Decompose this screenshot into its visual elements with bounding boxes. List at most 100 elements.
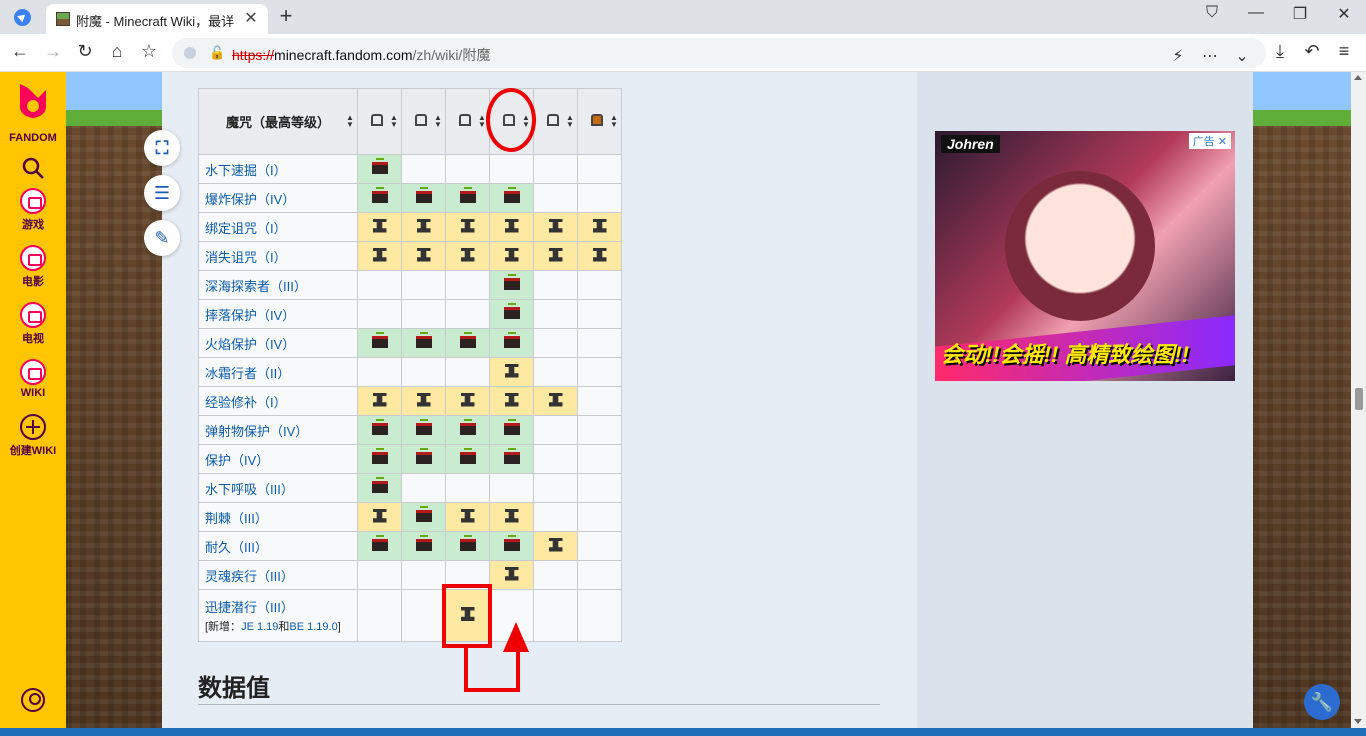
enchantment-link[interactable]: 荆棘（III） bbox=[205, 511, 268, 526]
sort-icon[interactable]: ▲ ▼ bbox=[610, 114, 618, 129]
enchantment-link[interactable]: 耐久（III） bbox=[205, 540, 268, 555]
column-header-turtle-shell[interactable]: ▲ ▼ bbox=[533, 88, 578, 155]
menu-icon[interactable]: ≡ bbox=[1332, 41, 1356, 62]
enchantment-name[interactable]: 耐久（III） bbox=[198, 531, 358, 561]
enchantment-name[interactable]: 水下速掘（I） bbox=[198, 154, 358, 184]
sort-icon[interactable]: ▲ ▼ bbox=[566, 114, 574, 129]
scroll-up-icon[interactable] bbox=[1354, 75, 1362, 80]
sort-icon[interactable]: ▲ ▼ bbox=[346, 114, 354, 129]
enchantment-link[interactable]: 保护（IV） bbox=[205, 453, 269, 468]
enchantment-link[interactable]: 经验修补（I） bbox=[205, 395, 287, 410]
fandom-wordmark[interactable]: FANDOM bbox=[0, 132, 66, 144]
insecure-lock-icon[interactable]: 🔓 bbox=[209, 45, 225, 61]
more-dots-icon[interactable]: ⋯ bbox=[1200, 46, 1220, 66]
vertical-scrollbar[interactable] bbox=[1351, 72, 1366, 728]
scroll-down-icon[interactable] bbox=[1354, 719, 1362, 724]
lightning-icon[interactable]: ⚡ bbox=[1168, 46, 1188, 66]
column-header-leggings[interactable]: ▲ ▼ bbox=[445, 88, 490, 155]
column-header-pumpkin-head[interactable]: ▲ ▼ bbox=[577, 88, 622, 155]
sort-icon[interactable]: ▲ ▼ bbox=[434, 114, 442, 129]
back-arrow-icon[interactable]: ← bbox=[8, 41, 32, 62]
enchantment-link[interactable]: 消失诅咒（I） bbox=[205, 250, 287, 265]
enchantment-link[interactable]: 绑定诅咒（I） bbox=[205, 221, 287, 236]
site-info-icon[interactable] bbox=[184, 47, 196, 59]
advertisement[interactable]: Johren 广告 ✕ 会动!!会摇!! 高精致绘图!! bbox=[935, 131, 1235, 381]
enchantment-name[interactable]: 火焰保护（IV） bbox=[198, 328, 358, 358]
enchantment-link[interactable]: 火焰保护（IV） bbox=[205, 337, 295, 352]
enchantment-name[interactable]: 深海探索者（III） bbox=[198, 270, 358, 300]
enchantment-name[interactable]: 迅捷潜行（III） [新增：JE 1.19和BE 1.19.0] bbox=[198, 589, 358, 642]
forward-arrow-icon[interactable]: → bbox=[41, 41, 65, 62]
fullscreen-button[interactable]: ⛶ bbox=[144, 130, 180, 166]
chevron-down-icon[interactable]: ⌄ bbox=[1232, 46, 1252, 66]
reload-icon[interactable]: ↻ bbox=[73, 41, 97, 62]
enchantment-name[interactable]: 冰霜行者（II） bbox=[198, 357, 358, 387]
close-ad-icon[interactable]: ✕ bbox=[1218, 136, 1227, 148]
minimize-button[interactable]: — bbox=[1244, 4, 1268, 22]
address-bar: ← → ↻ ⌂ ☆ 🔓 https://minecraft.fandom.com… bbox=[0, 34, 1366, 72]
sort-icon[interactable]: ▲ ▼ bbox=[390, 114, 398, 129]
sidebar-item-create-wiki[interactable]: 创建WIKI bbox=[0, 414, 66, 458]
column-header-helmet[interactable]: ▲ ▼ bbox=[357, 88, 402, 155]
enchantment-name[interactable]: 水下呼吸（III） bbox=[198, 473, 358, 503]
sort-icon[interactable]: ▲ ▼ bbox=[478, 114, 486, 129]
table-cell bbox=[577, 299, 622, 329]
undo-icon[interactable]: ↶ bbox=[1300, 41, 1324, 62]
sidebar-item-wiki[interactable]: WIKI bbox=[0, 359, 66, 399]
column-header-chestplate[interactable]: ▲ ▼ bbox=[401, 88, 446, 155]
table-cell bbox=[577, 386, 622, 416]
enchantment-link[interactable]: 水下速掘（I） bbox=[205, 163, 287, 178]
close-tab-icon[interactable]: ✕ bbox=[242, 8, 260, 28]
fandom-logo-icon[interactable] bbox=[16, 80, 50, 120]
restore-button[interactable]: ❐ bbox=[1288, 4, 1312, 24]
enchantment-link[interactable]: 迅捷潜行（III） bbox=[205, 600, 294, 615]
helmet-icon bbox=[370, 114, 383, 126]
home-icon[interactable]: ⌂ bbox=[105, 41, 129, 62]
enchantment-name[interactable]: 摔落保护（IV） bbox=[198, 299, 358, 329]
table-cell bbox=[533, 531, 578, 561]
anvil-icon bbox=[504, 247, 519, 262]
user-avatar-icon[interactable] bbox=[21, 688, 45, 712]
table-cell bbox=[445, 270, 490, 300]
search-icon[interactable] bbox=[21, 156, 45, 180]
bookmark-star-icon[interactable]: ☆ bbox=[137, 41, 161, 62]
enchantment-name[interactable]: 爆炸保护（IV） bbox=[198, 183, 358, 213]
edit-button[interactable]: ✎ bbox=[144, 220, 180, 256]
enchantment-name[interactable]: 保护（IV） bbox=[198, 444, 358, 474]
enchantment-link[interactable]: 冰霜行者（II） bbox=[205, 366, 290, 381]
url-field[interactable]: 🔓 https://minecraft.fandom.com/zh/wiki/附… bbox=[172, 38, 1266, 68]
enchantment-link[interactable]: 摔落保护（IV） bbox=[205, 308, 295, 323]
close-window-button[interactable]: ✕ bbox=[1332, 4, 1356, 24]
enchantment-link[interactable]: 灵魂疾行（III） bbox=[205, 569, 294, 584]
tshirt-icon[interactable]: ⛉ bbox=[1200, 4, 1224, 22]
browser-nav-icon[interactable] bbox=[14, 9, 31, 26]
enchantment-name[interactable]: 灵魂疾行（III） bbox=[198, 560, 358, 590]
enchantment-name[interactable]: 绑定诅咒（I） bbox=[198, 212, 358, 242]
enchantment-name[interactable]: 荆棘（III） bbox=[198, 502, 358, 532]
enchantment-name[interactable]: 消失诅咒（I） bbox=[198, 241, 358, 271]
ad-badge[interactable]: 广告 ✕ bbox=[1188, 133, 1231, 149]
enchantment-link[interactable]: 水下呼吸（III） bbox=[205, 482, 294, 497]
enchantment-name[interactable]: 弹射物保护（IV） bbox=[198, 415, 358, 445]
enchantment-link[interactable]: 深海探索者（III） bbox=[205, 279, 307, 294]
table-of-contents-button[interactable]: ☰ bbox=[144, 175, 180, 211]
sidebar-item-movies[interactable]: 电影 bbox=[0, 245, 66, 289]
enchantment-link[interactable]: 弹射物保护（IV） bbox=[205, 424, 308, 439]
version-link[interactable]: JE 1.19 bbox=[241, 621, 278, 633]
version-link[interactable]: BE 1.19.0 bbox=[289, 621, 337, 633]
tools-button[interactable]: 🔧 bbox=[1304, 684, 1340, 720]
active-tab[interactable]: 附魔 - Minecraft Wiki，最详 ✕ bbox=[46, 4, 268, 34]
download-icon[interactable]: ⤓ bbox=[1268, 41, 1292, 62]
scroll-thumb[interactable] bbox=[1355, 388, 1363, 410]
enchantment-name[interactable]: 经验修补（I） bbox=[198, 386, 358, 416]
new-tab-button[interactable]: + bbox=[276, 3, 296, 29]
film-icon bbox=[20, 245, 46, 271]
enchantment-link[interactable]: 爆炸保护（IV） bbox=[205, 192, 295, 207]
anvil-icon bbox=[504, 566, 519, 581]
anvil-icon bbox=[504, 392, 519, 407]
page-viewport: FANDOM 游戏 电影 电视 WIKI 创建WIKI ⛶ ☰ ✎ 魔咒（最高等… bbox=[0, 72, 1366, 728]
column-header-enchantment[interactable]: 魔咒（最高等级） ▲ ▼ bbox=[198, 88, 358, 155]
table-cell bbox=[577, 212, 622, 242]
sidebar-item-games[interactable]: 游戏 bbox=[0, 188, 66, 232]
sidebar-item-tv[interactable]: 电视 bbox=[0, 302, 66, 346]
